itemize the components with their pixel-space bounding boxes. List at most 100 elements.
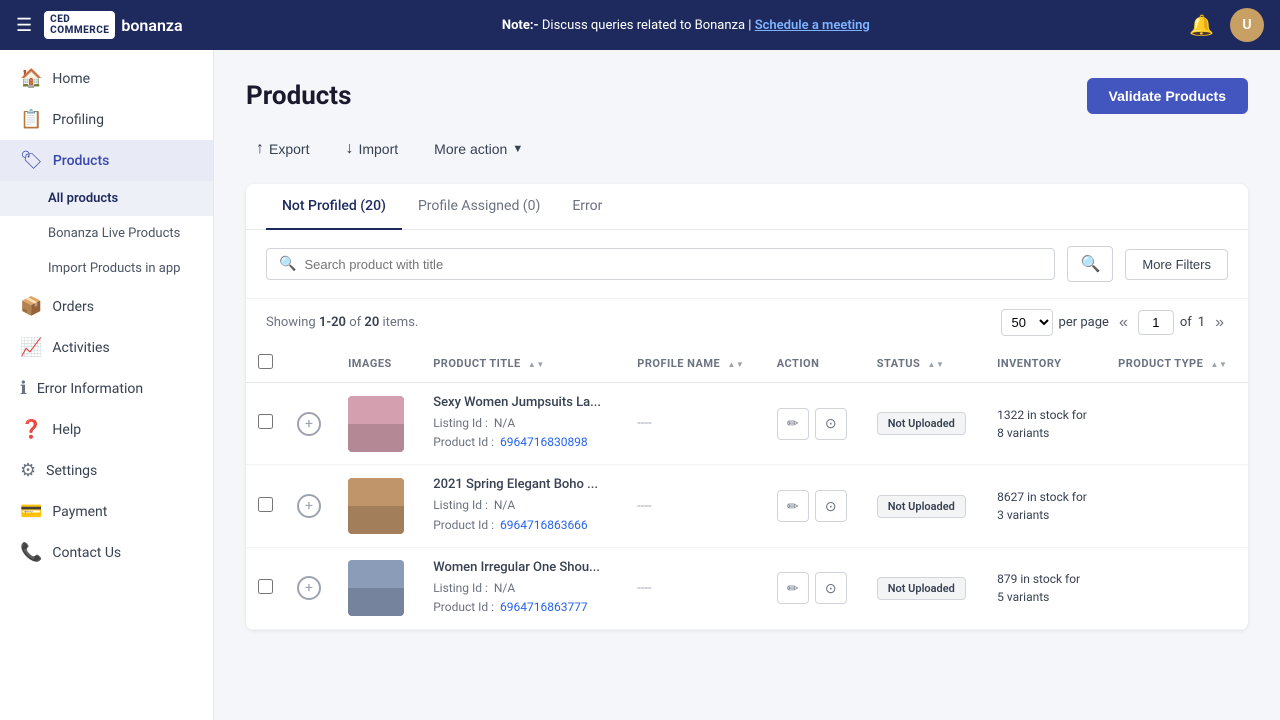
sidebar-item-products[interactable]: 🏷 Products [0,140,213,181]
avatar: U [1230,8,1264,42]
sidebar-item-help[interactable]: ❓ Help [0,409,213,450]
settings-icon: ⚙ [20,460,36,481]
sidebar-item-payment[interactable]: 💳 Payment [0,491,213,532]
sidebar-item-home[interactable]: 🏠 Home [0,58,213,99]
pagination: 10 25 50 100 per page « of 1 » [1001,309,1228,336]
product-meta-1: Listing Id : N/A Product Id : 6964716863… [433,496,613,534]
row-image-cell [336,547,421,629]
row-status-cell: Not Uploaded [865,383,985,465]
last-page-button[interactable]: » [1211,312,1228,334]
sidebar-label-profiling: Profiling [52,112,104,128]
row-image-cell [336,465,421,547]
sidebar-item-orders[interactable]: 📦 Orders [0,286,213,327]
first-page-button[interactable]: « [1115,312,1132,334]
sidebar-subitem-bonanza-live[interactable]: Bonanza Live Products [0,216,213,251]
more-action-button[interactable]: More action ▼ [424,135,533,163]
edit-button-2[interactable]: ✏ [777,572,809,604]
sidebar-subitem-all-products[interactable]: All products [0,181,213,216]
search-icon: 🔍 [279,256,296,272]
add-circle-icon-1[interactable]: + [297,494,321,518]
row-checkbox-2[interactable] [258,579,273,594]
row-product-type-cell [1106,465,1248,547]
schedule-link[interactable]: Schedule a meeting [755,18,870,33]
row-checkbox-cell [246,547,285,629]
sidebar-item-error-information[interactable]: ℹ Error Information [0,368,213,409]
product-image-0 [348,396,404,452]
sidebar-item-settings[interactable]: ⚙ Settings [0,450,213,491]
import-button[interactable]: ↓ Import [335,134,408,164]
export-label: Export [269,141,309,157]
navbar-notice: Note:- Discuss queries related to Bonanz… [183,18,1190,33]
edit-button-0[interactable]: ✏ [777,408,809,440]
edit-button-1[interactable]: ✏ [777,490,809,522]
profile-name-1: ---- [637,499,651,514]
page-title: Products [246,81,351,111]
sidebar: 🏠 Home 📋 Profiling 🏷 Products All produc… [0,50,214,720]
row-status-cell: Not Uploaded [865,547,985,629]
row-checkbox-1[interactable] [258,497,273,512]
settings-button-1[interactable]: ⊙ [815,490,847,522]
col-product-title[interactable]: PRODUCT TITLE ▲▼ [421,344,625,383]
sidebar-item-contact-us[interactable]: 📞 Contact Us [0,532,213,573]
select-all-checkbox[interactable] [258,354,273,369]
export-icon: ↑ [256,140,264,158]
error-info-icon: ℹ [20,378,27,399]
more-action-label: More action [434,141,507,157]
sidebar-subitem-import-products[interactable]: Import Products in app [0,251,213,286]
sidebar-item-activities[interactable]: 📈 Activities [0,327,213,368]
export-button[interactable]: ↑ Export [246,134,319,164]
per-page-select[interactable]: 10 25 50 100 [1001,309,1053,336]
row-product-title-cell: 2021 Spring Elegant Boho ... Listing Id … [421,465,625,547]
products-icon: 🏷 [20,150,43,171]
hamburger-icon[interactable]: ☰ [16,15,32,36]
row-add-cell: + [285,465,336,547]
col-profile-name[interactable]: PROFILE NAME ▲▼ [625,344,764,383]
notice-text: Discuss queries related to Bonanza | [542,18,755,33]
inventory-text-2: 879 in stock for5 variants [997,570,1094,606]
tab-error[interactable]: Error [556,184,618,230]
info-row: Showing 1-20 of 20 items. 10 25 50 100 p… [246,299,1248,344]
search-button[interactable]: 🔍 [1067,246,1113,282]
col-product-type[interactable]: PRODUCT TYPE ▲▼ [1106,344,1248,383]
sidebar-label-home: Home [52,71,90,87]
activities-icon: 📈 [20,337,42,358]
validate-products-button[interactable]: Validate Products [1087,78,1248,114]
listing-id-val-2: N/A [494,581,515,595]
bell-icon[interactable]: 🔔 [1189,13,1214,37]
settings-button-2[interactable]: ⊙ [815,572,847,604]
sidebar-item-profiling[interactable]: 📋 Profiling [0,99,213,140]
product-id-val-0[interactable]: 6964716830898 [500,435,588,449]
row-profile-name-cell: ---- [625,383,764,465]
tab-profile-assigned[interactable]: Profile Assigned (0) [402,184,556,230]
row-checkbox-cell [246,383,285,465]
profile-name-0: ---- [637,416,651,431]
tab-not-profiled[interactable]: Not Profiled (20) [266,184,402,230]
product-meta-0: Listing Id : N/A Product Id : 6964716830… [433,414,613,452]
row-action-cell: ✏ ⊙ [765,547,865,629]
product-image-1 [348,478,404,534]
sidebar-label-products: Products [53,153,110,169]
status-badge-1: Not Uploaded [877,495,966,518]
search-input[interactable] [304,257,1042,272]
product-id-val-1[interactable]: 6964716863666 [500,518,588,532]
settings-button-0[interactable]: ⊙ [815,408,847,440]
row-image-cell [336,383,421,465]
status-badge-2: Not Uploaded [877,577,966,600]
main-content: Products Validate Products ↑ Export ↓ Im… [214,50,1280,720]
row-add-cell: + [285,547,336,629]
row-checkbox-cell [246,465,285,547]
col-status[interactable]: STATUS ▲▼ [865,344,985,383]
add-circle-icon-2[interactable]: + [297,576,321,600]
payment-icon: 💳 [20,501,42,522]
product-title-2: Women Irregular One Shou... [433,560,613,575]
add-circle-icon-0[interactable]: + [297,412,321,436]
row-checkbox-0[interactable] [258,414,273,429]
more-filters-button[interactable]: More Filters [1125,249,1228,280]
col-images: IMAGES [336,344,421,383]
row-product-type-cell [1106,547,1248,629]
product-title-1: 2021 Spring Elegant Boho ... [433,477,613,492]
import-label: Import [358,141,398,157]
product-id-val-2[interactable]: 6964716863777 [500,600,588,614]
inventory-text-1: 8627 in stock for3 variants [997,488,1094,524]
page-number-input[interactable] [1138,310,1174,335]
